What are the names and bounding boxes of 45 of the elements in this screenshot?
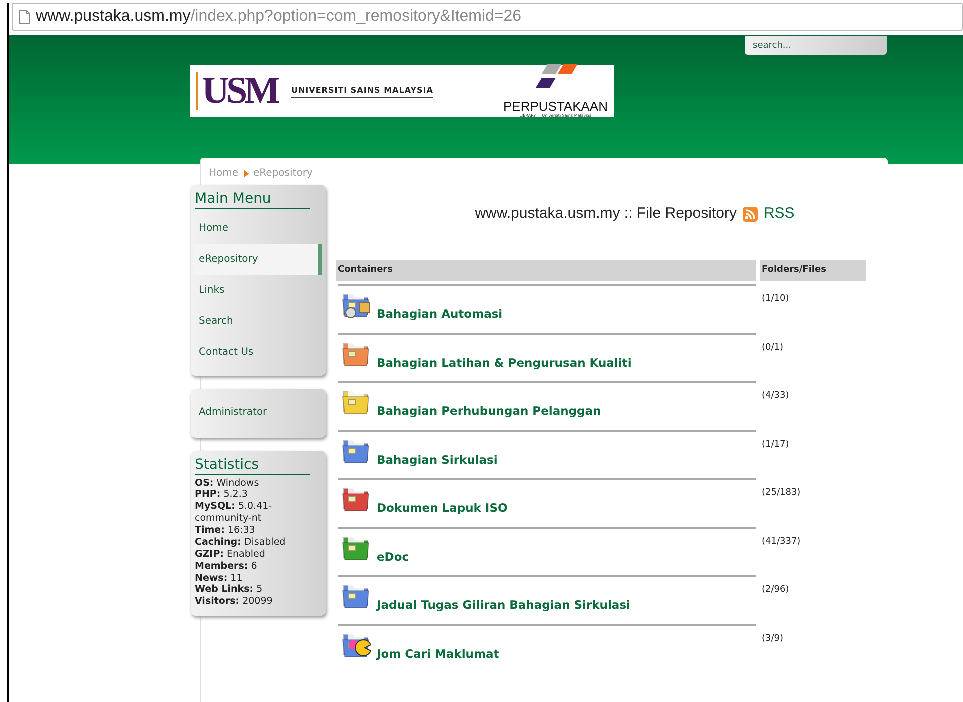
container-link[interactable]: Jom Cari Maklumat (377, 646, 500, 663)
menu-item[interactable]: Home (193, 212, 322, 244)
breadcrumb-arrow-icon (244, 170, 249, 178)
container-link[interactable]: Dokumen Lapuk ISO (377, 500, 508, 518)
statistic-line: News: 11 (195, 572, 244, 584)
menu-item[interactable]: Administrator (193, 396, 322, 428)
statistic-line: MySQL: 5.0.41-community-nt (195, 501, 274, 526)
container-link[interactable]: Jadual Tugas Giliran Bahagian Sirkulasi (377, 597, 630, 614)
rss-icon[interactable] (742, 206, 758, 222)
usm-logo-text: USM (196, 72, 282, 110)
statistic-line: Members: 6 (195, 560, 258, 573)
statistic-line: Time: 16:33 (195, 525, 256, 537)
container-link[interactable]: eDoc (377, 548, 410, 566)
folder-file-count: (3/9) (761, 632, 784, 646)
container-link[interactable]: Bahagian Sirkulasi (377, 452, 498, 469)
library-name: PERPUSTAKAAN (503, 100, 608, 112)
statistic-line: OS: Windows (195, 478, 260, 490)
statistic-line: PHP: 5.2.3 (195, 489, 249, 502)
repository-title: www.pustaka.usm.my :: File Repository (475, 204, 737, 224)
menu-item[interactable]: Links (193, 274, 322, 306)
folder-file-count: (2/96) (761, 584, 790, 597)
folder-file-count: (25/183) (761, 487, 801, 500)
column-header: Folders/Files (760, 260, 866, 281)
folder-file-count: (0/1) (761, 342, 784, 354)
folder-file-count: (1/17) (761, 438, 790, 452)
container-link[interactable]: Bahagian Automasi (377, 306, 503, 324)
menu-item[interactable]: eRepository (193, 244, 322, 275)
statistic-line: Visitors: 20099 (195, 596, 274, 608)
column-header: Containers (336, 260, 756, 281)
folder-file-count: (41/337) (761, 536, 801, 548)
rss-link[interactable]: RSS (764, 203, 795, 226)
menu-item[interactable]: Search (193, 306, 322, 337)
statistic-line: Caching: Disabled (195, 536, 287, 549)
folder-file-count: (1/10) (761, 293, 790, 306)
statistic-line: Web Links: 5 (195, 584, 264, 596)
menu-item[interactable]: Contact Us (193, 336, 322, 368)
page-icon (19, 10, 30, 24)
statistic-line: GZIP: Enabled (195, 548, 266, 561)
statistics-title: Statistics (195, 456, 310, 475)
search-field[interactable]: search... (745, 36, 887, 55)
university-name: UNIVERSITI SAINS MALAYSIA (291, 84, 434, 98)
container-link[interactable]: Bahagian Latihan & Pengurusan Kualiti (377, 354, 632, 372)
menu-title: Main Menu (195, 191, 310, 209)
container-link[interactable]: Bahagian Perhubungan Pelanggan (377, 403, 602, 420)
folder-file-count: (4/33) (761, 390, 790, 403)
